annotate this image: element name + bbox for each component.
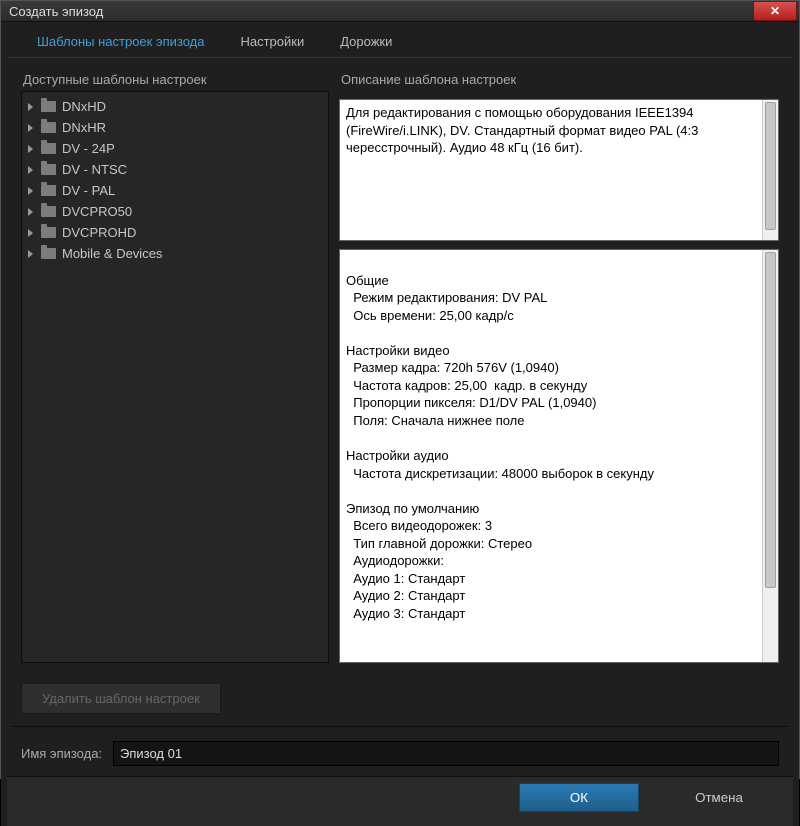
folder-icon [41, 143, 56, 154]
folder-icon [41, 227, 56, 238]
close-button[interactable]: ✕ [753, 1, 797, 21]
scroll-thumb[interactable] [765, 252, 776, 588]
chevron-right-icon [28, 166, 33, 174]
right-column: Описание шаблона настроек Для редактиров… [339, 72, 779, 663]
tab-tracks[interactable]: Дорожки [322, 26, 410, 57]
name-row: Имя эпизода: [7, 727, 793, 776]
tab-presets[interactable]: Шаблоны настроек эпизода [19, 26, 222, 57]
description-label: Описание шаблона настроек [339, 72, 779, 87]
titlebar[interactable]: Создать эпизод ✕ [1, 1, 799, 22]
chevron-right-icon [28, 208, 33, 216]
description-box[interactable]: Для редактирования с помощью оборудовани… [339, 99, 779, 241]
close-icon: ✕ [770, 4, 780, 18]
tree-item[interactable]: DVCPROHD [22, 222, 328, 243]
chevron-right-icon [28, 103, 33, 111]
cancel-button[interactable]: Отмена [659, 783, 779, 812]
tabs: Шаблоны настроек эпизода Настройки Дорож… [7, 26, 793, 58]
details-box[interactable]: Общие Режим редактирования: DV PAL Ось в… [339, 249, 779, 663]
tab-settings[interactable]: Настройки [222, 26, 322, 57]
folder-icon [41, 164, 56, 175]
tree-item[interactable]: Mobile & Devices [22, 243, 328, 264]
description-text: Для редактирования с помощью оборудовани… [346, 105, 698, 155]
scrollbar[interactable] [762, 100, 778, 240]
chevron-right-icon [28, 145, 33, 153]
episode-name-input[interactable] [113, 741, 779, 766]
chevron-right-icon [28, 187, 33, 195]
tree-item[interactable]: DV - NTSC [22, 159, 328, 180]
dialog-window: Создать эпизод ✕ Шаблоны настроек эпизод… [0, 0, 800, 779]
chevron-right-icon [28, 124, 33, 132]
folder-icon [41, 101, 56, 112]
chevron-right-icon [28, 250, 33, 258]
details-text: Общие Режим редактирования: DV PAL Ось в… [346, 273, 654, 621]
ok-button[interactable]: ОК [519, 783, 639, 812]
chevron-right-icon [28, 229, 33, 237]
presets-label: Доступные шаблоны настроек [21, 72, 329, 87]
tree-item[interactable]: DNxHR [22, 117, 328, 138]
tree-item[interactable]: DV - 24P [22, 138, 328, 159]
folder-icon [41, 248, 56, 259]
delete-preset-button[interactable]: Удалить шаблон настроек [21, 683, 221, 714]
window-title: Создать эпизод [9, 4, 753, 19]
folder-icon [41, 206, 56, 217]
scrollbar[interactable] [762, 250, 778, 662]
panels: Доступные шаблоны настроек DNxHD DNxHR D… [7, 58, 793, 667]
left-column: Доступные шаблоны настроек DNxHD DNxHR D… [21, 72, 329, 663]
folder-icon [41, 185, 56, 196]
delete-row: Удалить шаблон настроек [7, 667, 793, 720]
tree-item[interactable]: DVCPRO50 [22, 201, 328, 222]
tree-item[interactable]: DV - PAL [22, 180, 328, 201]
tree-item[interactable]: DNxHD [22, 96, 328, 117]
dialog-content: Шаблоны настроек эпизода Настройки Дорож… [1, 22, 799, 826]
folder-icon [41, 122, 56, 133]
button-row: ОК Отмена [7, 776, 793, 826]
preset-tree[interactable]: DNxHD DNxHR DV - 24P DV - NTSC DV - PAL … [21, 91, 329, 663]
name-label: Имя эпизода: [21, 746, 103, 761]
scroll-thumb[interactable] [765, 102, 776, 230]
